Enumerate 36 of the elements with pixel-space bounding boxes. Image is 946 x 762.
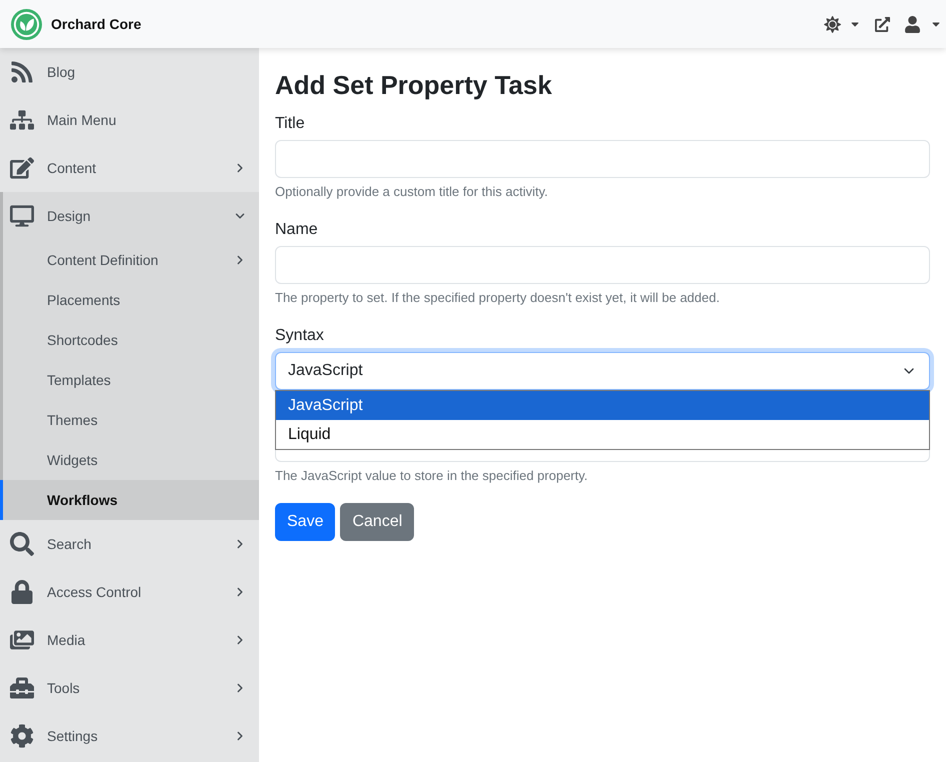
save-button[interactable]: Save <box>275 503 336 541</box>
sidebar-item[interactable]: Themes <box>0 400 259 440</box>
sun-icon <box>824 16 841 32</box>
external-link-icon <box>875 16 890 32</box>
search-icon <box>10 532 34 556</box>
settings-icon <box>10 724 34 748</box>
toolbox-icon <box>10 676 34 700</box>
field-label: Syntax <box>275 326 325 346</box>
dropdown-option[interactable]: JavaScript <box>276 391 929 420</box>
user-icon <box>905 16 920 32</box>
sidebar-item[interactable]: Workflows <box>0 480 259 520</box>
brand-name[interactable]: Orchard Core <box>51 14 142 34</box>
input-field[interactable] <box>275 450 930 462</box>
sidebar-item[interactable]: Widgets <box>0 440 259 480</box>
page-title: Add Set Property Task <box>275 69 553 102</box>
help-text: The JavaScript value to store in the specified property. <box>275 467 589 485</box>
monitor-icon <box>10 204 34 228</box>
field-label: Title <box>275 114 306 134</box>
sidebar-item[interactable]: Shortcodes <box>0 320 259 360</box>
field-label: Name <box>275 220 319 240</box>
help-text: The property to set. If the specified property doesn't exist yet, it will be added. <box>275 289 721 307</box>
input-field[interactable] <box>275 140 930 178</box>
rss-icon <box>10 60 34 84</box>
edit-icon <box>10 156 34 180</box>
sidebar-item[interactable]: Placements <box>0 280 259 320</box>
sidebar-item[interactable]: Content Definition <box>0 240 259 280</box>
help-text: Optionally provide a custom title for this activity. <box>275 183 549 201</box>
images-icon <box>10 628 34 652</box>
sidebar-item[interactable]: Templates <box>0 360 259 400</box>
sidebar-item[interactable]: Design <box>0 192 259 240</box>
select-field[interactable]: JavaScript <box>275 352 930 390</box>
sitemap-icon <box>10 108 34 132</box>
lock-icon <box>10 580 34 604</box>
cancel-button[interactable]: Cancel <box>340 503 414 541</box>
logo-icon <box>11 8 42 40</box>
input-field[interactable] <box>275 246 930 284</box>
